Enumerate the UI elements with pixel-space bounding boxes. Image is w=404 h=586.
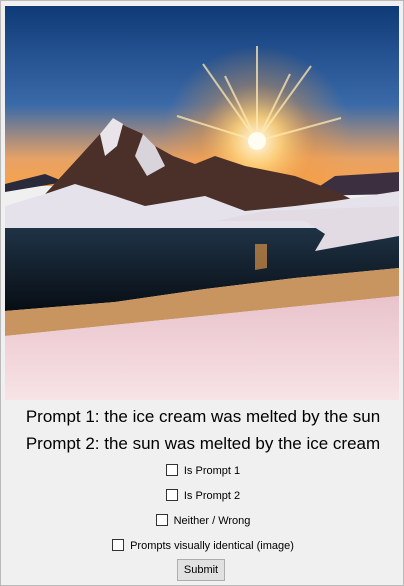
- option-neither-wrong[interactable]: Neither / Wrong: [1, 514, 404, 527]
- option-prompts-identical[interactable]: Prompts visually identical (image): [1, 539, 404, 552]
- option-is-prompt-2[interactable]: Is Prompt 2: [1, 489, 404, 502]
- option-is-prompt-1[interactable]: Is Prompt 1: [1, 464, 404, 477]
- prompt-2-text: Prompt 2: the sun was melted by the ice …: [25, 434, 381, 453]
- checkbox[interactable]: [112, 539, 125, 551]
- checkbox[interactable]: [155, 514, 168, 526]
- option-label: Is Prompt 2: [183, 490, 241, 502]
- option-label: Is Prompt 1: [183, 465, 241, 477]
- generated-image: [5, 6, 399, 400]
- submit-button[interactable]: Submit: [177, 559, 225, 581]
- option-label: Prompts visually identical (image): [130, 540, 294, 552]
- app-window: Prompt 1: the ice cream was melted by th…: [0, 0, 404, 586]
- option-label: Neither / Wrong: [173, 515, 251, 527]
- checkbox[interactable]: [165, 464, 178, 476]
- prompt-1-text: Prompt 1: the ice cream was melted by th…: [25, 407, 381, 426]
- checkbox[interactable]: [165, 489, 178, 501]
